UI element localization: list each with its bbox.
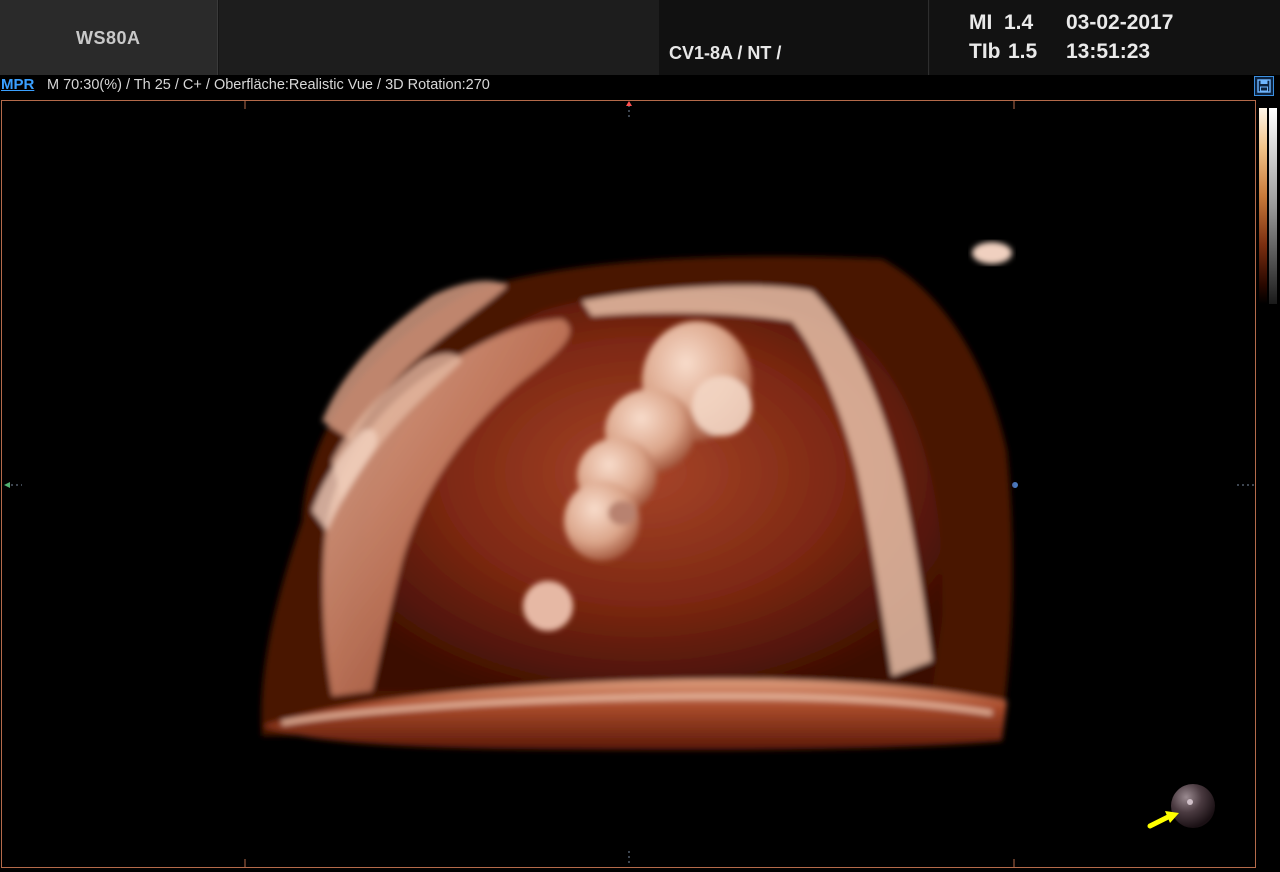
- left-marker-icon: [4, 482, 10, 488]
- center-info-panel: [219, 0, 929, 75]
- volume-render: [4, 101, 1254, 867]
- mpr-tab[interactable]: MPR: [1, 76, 34, 93]
- save-button[interactable]: [1254, 76, 1274, 96]
- color-map-scale: [1259, 108, 1267, 304]
- right-marker-icon: [1012, 482, 1018, 488]
- mi-value: 1.4: [1004, 11, 1034, 34]
- save-icon: [1257, 79, 1271, 93]
- top-marker-icon: [626, 101, 632, 106]
- tib-value: 1.5: [1008, 40, 1038, 63]
- render-parameters: M 70:30(%) / Th 25 / C+ / Oberfläche:Rea…: [47, 77, 490, 93]
- system-name: WS80A: [76, 28, 141, 48]
- probe-info: CV1-8A / NT /: [669, 43, 782, 63]
- mi-label: MI: [969, 11, 993, 34]
- date-display: 03-02-2017: [1066, 11, 1174, 34]
- brand-panel: WS80A: [0, 0, 218, 75]
- gray-map-scale: [1269, 108, 1277, 304]
- echo-fleck: [972, 242, 1012, 264]
- arrow-icon: [1147, 811, 1179, 829]
- ultrasound-screen: WS80A CV1-8A / NT / MI 1.4 TIb 1.5 03-02…: [0, 0, 1280, 872]
- time-display: 13:51:23: [1066, 40, 1151, 63]
- orientation-ball-icon[interactable]: [1171, 784, 1215, 828]
- 3d-render-viewport[interactable]: [1, 100, 1256, 868]
- orientation-ball[interactable]: [1171, 784, 1215, 828]
- yolk-sac: [523, 581, 573, 631]
- tib-label: TIb: [969, 40, 1001, 63]
